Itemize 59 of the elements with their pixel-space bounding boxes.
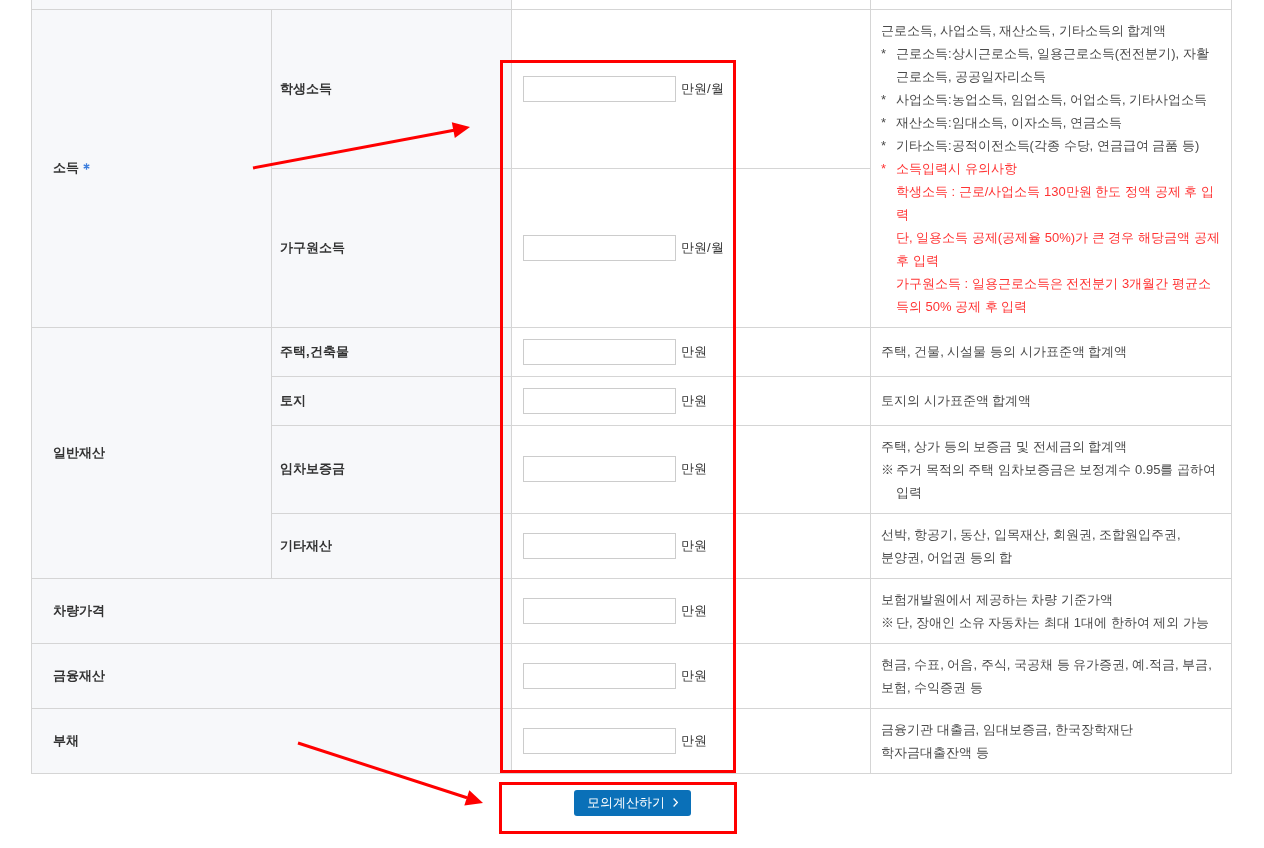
chevron-right-icon	[672, 798, 678, 807]
bullet-marker: ※	[881, 460, 895, 479]
bullet-marker: *	[881, 113, 888, 132]
description-text: 선박, 항공기, 동산, 입목재산, 회원권, 조합원입주권,	[881, 525, 1181, 544]
bullet-marker: *	[881, 44, 888, 63]
field-label: 가구원소득	[280, 238, 345, 257]
description-text: 가구원소득 : 일용근로소득은 전전분기 3개월간 평균소득의 50% 공제 후 입력	[896, 274, 1212, 316]
field-label: 임차보증금	[280, 460, 345, 479]
unit-label: 만원	[681, 731, 707, 750]
field-label: 기타재산	[280, 536, 332, 555]
calculate-button[interactable]: 모의계산하기	[573, 789, 691, 816]
field-label: 토지	[280, 391, 306, 410]
input-field[interactable]	[523, 75, 676, 102]
description-text: 근로소득:상시근로소득, 일용근로소득(전전분기), 자활근로소득, 공공일자리소득	[896, 44, 1210, 86]
category-label: 일반재산	[53, 443, 105, 462]
input-field[interactable]	[523, 387, 676, 414]
bullet-marker: *	[881, 90, 888, 109]
unit-label: 만원	[681, 391, 707, 410]
input-field[interactable]	[523, 532, 676, 559]
description-text: 사업소득:농업소득, 임업소득, 어업소득, 기타사업소득	[896, 90, 1208, 109]
input-field[interactable]	[523, 456, 676, 482]
description-text: 분양권, 어업권 등의 합	[881, 548, 1013, 567]
category-label: 소득	[53, 159, 79, 178]
description-text: 기타소득:공적이전소득(각종 수당, 연금급여 금품 등)	[896, 136, 1200, 155]
description-text: 학생소득 : 근로/사업소득 130만원 한도 정액 공제 후 입력	[896, 182, 1215, 224]
category-label: 금융재산	[53, 666, 105, 685]
unit-label: 만원	[681, 666, 707, 685]
bullet-marker: *	[881, 136, 888, 155]
description-text: 보험, 수익증권 등	[881, 678, 983, 697]
unit-label: 만원/월	[681, 238, 724, 257]
unit-label: 만원	[681, 536, 707, 555]
description-text: 금융기관 대출금, 임대보증금, 한국장학재단	[881, 720, 1134, 739]
description-text: 토지의 시가표준액 합계액	[881, 392, 1032, 410]
unit-label: 만원	[681, 460, 707, 479]
unit-label: 만원/월	[681, 79, 724, 98]
description-text: 소득입력시 유의사항	[896, 159, 1017, 178]
input-field[interactable]	[523, 727, 676, 754]
input-field[interactable]	[523, 597, 676, 624]
category-label: 부채	[53, 731, 79, 750]
description-text: 학자금대출잔액 등	[881, 743, 989, 762]
description-text: 보험개발원에서 제공하는 차량 기준가액	[881, 590, 1113, 609]
unit-label: 만원	[681, 342, 707, 361]
input-field[interactable]	[523, 234, 676, 261]
description-text: 주택, 건물, 시설물 등의 시가표준액 합계액	[881, 343, 1128, 361]
description-text: 주거 목적의 주택 임차보증금은 보정계수 0.95를 곱하여 입력	[896, 460, 1217, 502]
description-text: 현금, 수표, 어음, 주식, 국공채 등 유가증권, 예.적금, 부금,	[881, 655, 1212, 674]
input-field[interactable]	[523, 662, 676, 689]
category-label: 차량가격	[53, 601, 105, 620]
description-text: 단, 장애인 소유 자동차는 최대 1대에 한하여 제외 가능	[896, 613, 1209, 632]
unit-label: 만원	[681, 601, 707, 620]
description-text: 주택, 상가 등의 보증금 및 전세금의 합계액	[881, 437, 1128, 456]
description-text: 단, 일용소득 공제(공제율 50%)가 큰 경우 해당금액 공제 후 입력	[896, 228, 1221, 270]
field-label: 주택,건축물	[280, 342, 349, 361]
description-text: 재산소득:임대소득, 이자소득, 연금소득	[896, 113, 1123, 132]
bullet-marker: *	[881, 159, 888, 178]
field-label: 학생소득	[280, 79, 332, 98]
bullet-marker: ※	[881, 613, 895, 632]
input-field[interactable]	[523, 338, 676, 365]
description-text: 근로소득, 사업소득, 재산소득, 기타소득의 합계액	[881, 21, 1167, 40]
